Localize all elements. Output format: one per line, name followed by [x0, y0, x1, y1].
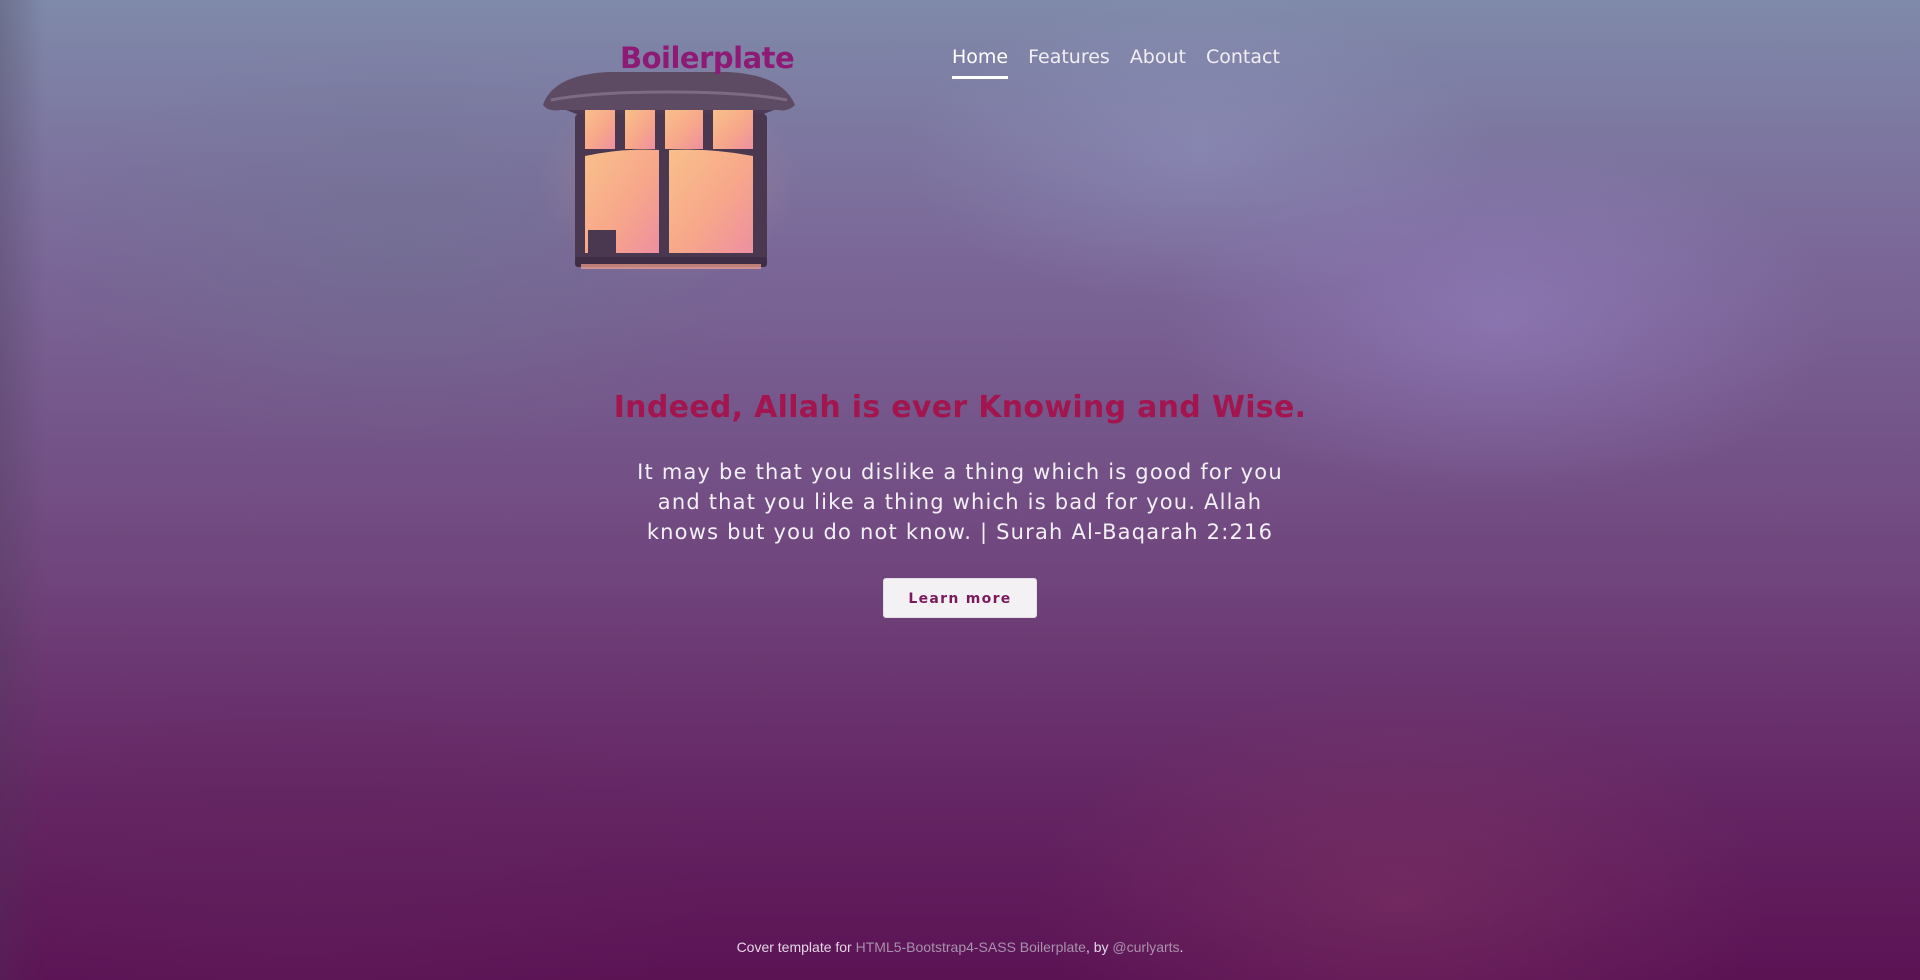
nav-features[interactable]: Features [1028, 42, 1110, 79]
nav-about[interactable]: About [1130, 42, 1186, 79]
hero-title: Indeed, Allah is ever Knowing and Wise. [613, 390, 1307, 425]
learn-more-button[interactable]: Learn more [883, 578, 1037, 618]
footer-boilerplate-link[interactable]: HTML5-Bootstrap4-SASS Boilerplate [856, 939, 1086, 955]
footer-middle: , by [1085, 939, 1113, 955]
hero-section: Indeed, Allah is ever Knowing and Wise. … [560, 385, 1360, 618]
hero-lead: It may be that you dislike a thing which… [637, 460, 1283, 544]
footer-suffix: . [1179, 939, 1184, 955]
main-nav: Home Features About Contact [952, 42, 1300, 79]
nav-home[interactable]: Home [952, 42, 1009, 79]
nav-contact[interactable]: Contact [1206, 42, 1280, 79]
lantern-illustration [539, 72, 799, 280]
footer-author-link[interactable]: @curlyarts [1112, 939, 1179, 955]
brand-logo[interactable]: Boilerplate [620, 38, 795, 78]
footer: Cover template for HTML5-Bootstrap4-SASS… [0, 939, 1920, 955]
masthead: Boilerplate Home Features About Contact [620, 38, 1280, 88]
footer-prefix: Cover template for [736, 939, 856, 955]
